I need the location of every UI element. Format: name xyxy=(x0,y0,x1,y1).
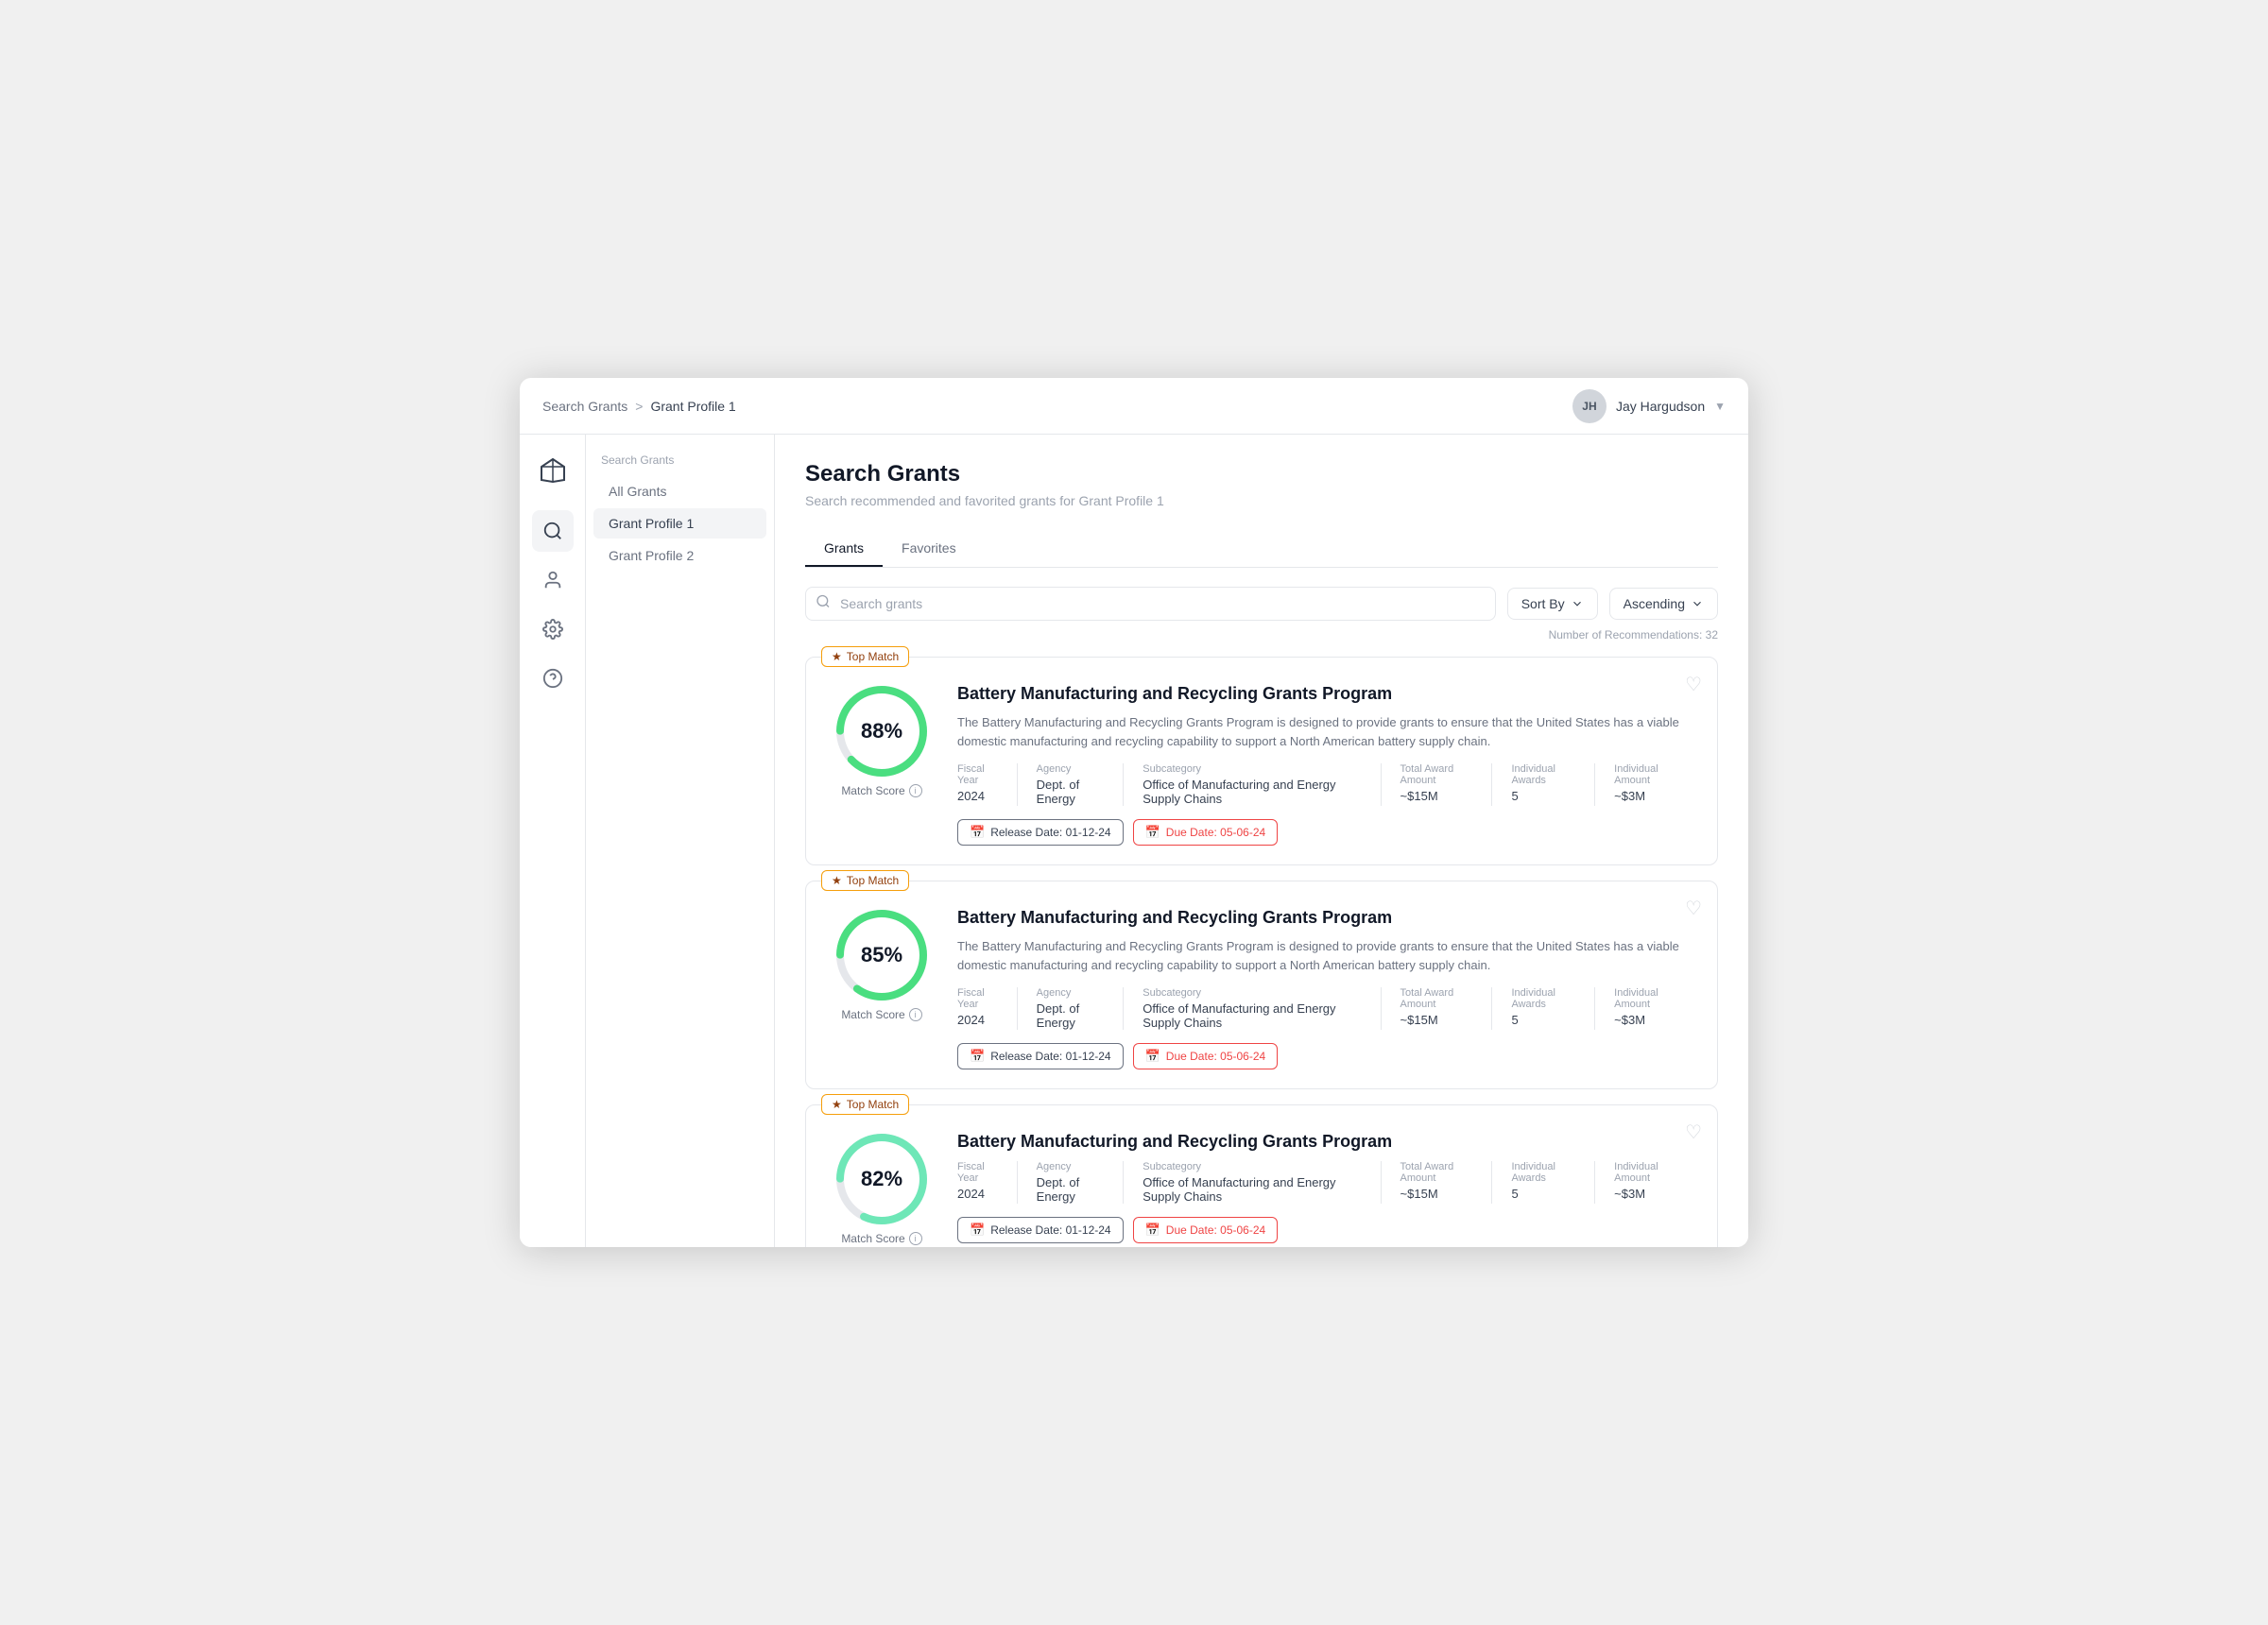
grant-title-0: Battery Manufacturing and Recycling Gran… xyxy=(957,684,1698,704)
search-box xyxy=(805,587,1496,621)
grant-dates-1: 📅 Release Date: 01-12-24 📅 Due Date: 05-… xyxy=(957,1043,1698,1069)
sidebar-search-icon[interactable] xyxy=(532,510,574,552)
top-match-badge-2: ★Top Match xyxy=(821,1094,909,1115)
grant-meta-1: Fiscal Year 2024 Agency Dept. of Energy … xyxy=(957,987,1698,1030)
grant-card-0: ★Top Match ♡ 88% Match Score i Battery M… xyxy=(805,657,1718,865)
breadcrumb-current: Grant Profile 1 xyxy=(650,399,735,414)
breadcrumb-separator: > xyxy=(635,399,643,414)
card-content-2: Battery Manufacturing and Recycling Gran… xyxy=(957,1132,1698,1245)
sort-by-label: Sort By xyxy=(1521,596,1565,611)
circle-score-0: 88% xyxy=(834,684,929,778)
circle-score-2: 82% xyxy=(834,1132,929,1226)
recommendations-count: Number of Recommendations: 32 xyxy=(805,628,1718,641)
grant-title-1: Battery Manufacturing and Recycling Gran… xyxy=(957,908,1698,928)
calendar-icon-due-1: 📅 xyxy=(1145,1049,1160,1064)
nav-sidebar: Search Grants All Grants Grant Profile 1… xyxy=(586,435,775,1247)
sidebar-item-grant-profile-2[interactable]: Grant Profile 2 xyxy=(593,540,766,571)
grant-dates-2: 📅 Release Date: 01-12-24 📅 Due Date: 05-… xyxy=(957,1217,1698,1243)
grants-list: ★Top Match ♡ 88% Match Score i Battery M… xyxy=(805,657,1718,1247)
breadcrumb: Search Grants > Grant Profile 1 xyxy=(542,399,736,414)
top-bar: Search Grants > Grant Profile 1 JH Jay H… xyxy=(520,378,1748,435)
page-title: Search Grants xyxy=(805,461,1718,488)
top-match-badge-0: ★Top Match xyxy=(821,646,909,667)
breadcrumb-start[interactable]: Search Grants xyxy=(542,399,627,414)
sidebar-settings-icon[interactable] xyxy=(532,608,574,650)
card-content-0: Battery Manufacturing and Recycling Gran… xyxy=(957,684,1698,846)
info-icon-0[interactable]: i xyxy=(909,784,922,797)
grant-title-2: Battery Manufacturing and Recycling Gran… xyxy=(957,1132,1698,1152)
card-content-1: Battery Manufacturing and Recycling Gran… xyxy=(957,908,1698,1069)
calendar-icon-due-2: 📅 xyxy=(1145,1223,1160,1238)
score-text-1: 85% xyxy=(861,943,902,967)
sort-order-dropdown[interactable]: Ascending xyxy=(1609,588,1718,620)
main-layout: Search Grants All Grants Grant Profile 1… xyxy=(520,435,1748,1247)
app-logo xyxy=(532,450,574,491)
page-subtitle: Search recommended and favorited grants … xyxy=(805,493,1718,508)
match-score-label-1: Match Score i xyxy=(841,1008,921,1021)
grant-card-1: ★Top Match ♡ 85% Match Score i Battery M… xyxy=(805,881,1718,1089)
grant-desc-1: The Battery Manufacturing and Recycling … xyxy=(957,937,1698,974)
calendar-icon-release-2: 📅 xyxy=(970,1223,985,1238)
nav-section-label: Search Grants xyxy=(586,453,774,474)
tabs-bar: Grants Favorites xyxy=(805,531,1718,568)
avatar: JH xyxy=(1572,389,1606,423)
search-sort-bar: Sort By Ascending xyxy=(805,587,1718,621)
top-match-badge-1: ★Top Match xyxy=(821,870,909,891)
main-content: Search Grants Search recommended and fav… xyxy=(775,435,1748,1247)
sidebar-item-all-grants[interactable]: All Grants xyxy=(593,476,766,506)
sort-by-dropdown[interactable]: Sort By xyxy=(1507,588,1598,620)
score-text-0: 88% xyxy=(861,719,902,744)
score-wrap-1: 85% Match Score i xyxy=(825,908,938,1069)
favorite-button-0[interactable]: ♡ xyxy=(1685,673,1702,696)
circle-score-1: 85% xyxy=(834,908,929,1002)
release-date-badge-2: 📅 Release Date: 01-12-24 xyxy=(957,1217,1124,1243)
grant-meta-0: Fiscal Year 2024 Agency Dept. of Energy … xyxy=(957,763,1698,806)
release-date-badge-0: 📅 Release Date: 01-12-24 xyxy=(957,819,1124,846)
sidebar-item-grant-profile-1[interactable]: Grant Profile 1 xyxy=(593,508,766,539)
release-date-badge-1: 📅 Release Date: 01-12-24 xyxy=(957,1043,1124,1069)
tab-grants[interactable]: Grants xyxy=(805,531,883,567)
search-icon xyxy=(816,594,831,614)
tab-favorites[interactable]: Favorites xyxy=(883,531,975,567)
grant-desc-0: The Battery Manufacturing and Recycling … xyxy=(957,713,1698,750)
grant-dates-0: 📅 Release Date: 01-12-24 📅 Due Date: 05-… xyxy=(957,819,1698,846)
info-icon-1[interactable]: i xyxy=(909,1008,922,1021)
icon-sidebar xyxy=(520,435,586,1247)
sidebar-help-icon[interactable] xyxy=(532,658,574,699)
user-name: Jay Hargudson xyxy=(1616,399,1705,414)
match-score-label-0: Match Score i xyxy=(841,784,921,797)
search-input[interactable] xyxy=(805,587,1496,621)
calendar-icon-release-0: 📅 xyxy=(970,825,985,840)
favorite-button-1[interactable]: ♡ xyxy=(1685,897,1702,920)
sort-order-label: Ascending xyxy=(1624,596,1685,611)
due-date-badge-0: 📅 Due Date: 05-06-24 xyxy=(1133,819,1279,846)
calendar-icon-due-0: 📅 xyxy=(1145,825,1160,840)
match-score-label-2: Match Score i xyxy=(841,1232,921,1245)
score-wrap-2: 82% Match Score i xyxy=(825,1132,938,1245)
score-wrap-0: 88% Match Score i xyxy=(825,684,938,846)
app-window: Search Grants > Grant Profile 1 JH Jay H… xyxy=(520,378,1748,1247)
favorite-button-2[interactable]: ♡ xyxy=(1685,1120,1702,1144)
score-text-2: 82% xyxy=(861,1167,902,1191)
user-info: JH Jay Hargudson ▼ xyxy=(1572,389,1726,423)
sidebar-profile-icon[interactable] xyxy=(532,559,574,601)
grant-card-2: ★Top Match ♡ 82% Match Score i Battery M… xyxy=(805,1104,1718,1247)
info-icon-2[interactable]: i xyxy=(909,1232,922,1245)
due-date-badge-1: 📅 Due Date: 05-06-24 xyxy=(1133,1043,1279,1069)
grant-meta-2: Fiscal Year 2024 Agency Dept. of Energy … xyxy=(957,1161,1698,1204)
calendar-icon-release-1: 📅 xyxy=(970,1049,985,1064)
due-date-badge-2: 📅 Due Date: 05-06-24 xyxy=(1133,1217,1279,1243)
chevron-down-icon[interactable]: ▼ xyxy=(1714,400,1726,413)
